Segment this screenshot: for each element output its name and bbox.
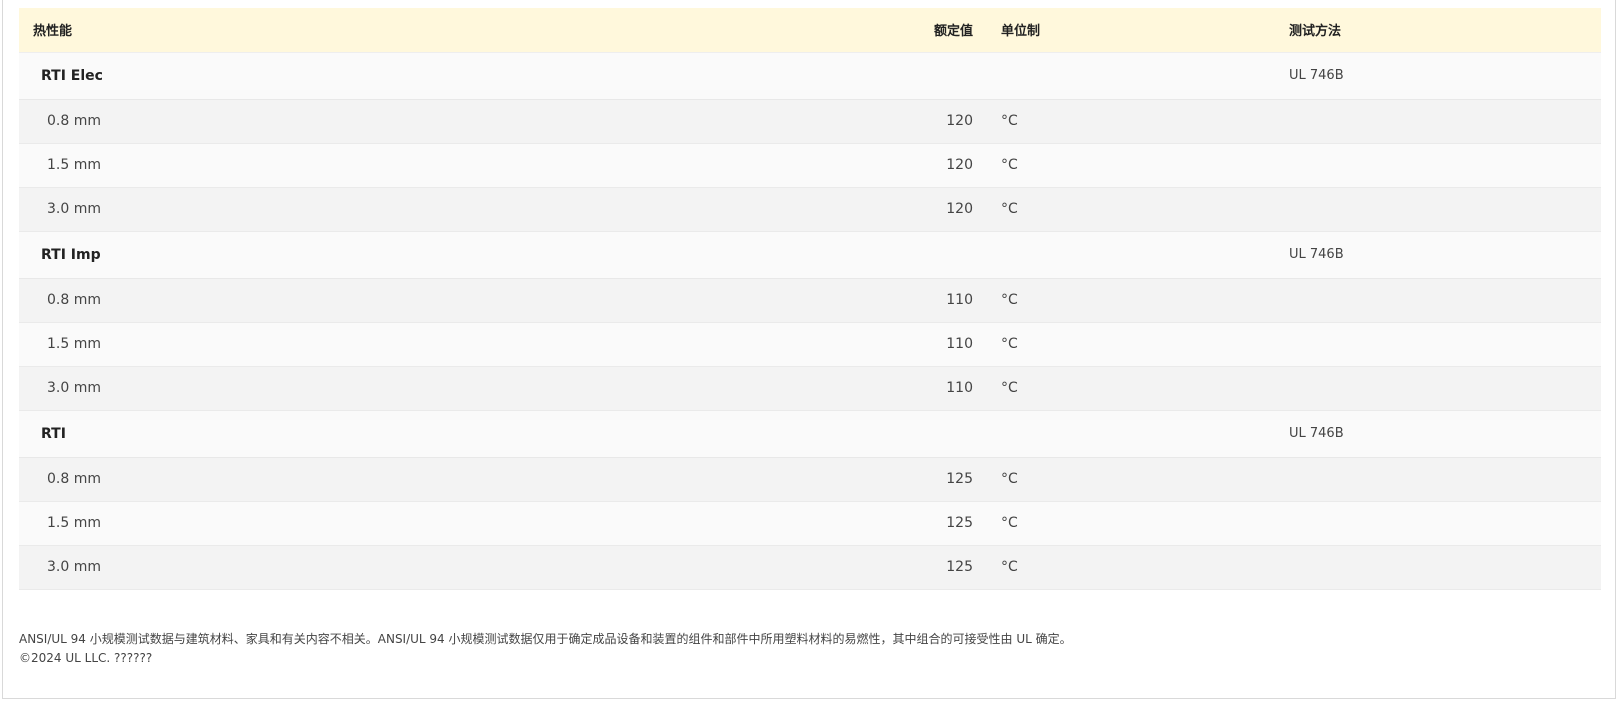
row-value: 110	[911, 366, 973, 411]
row-value: 120	[911, 143, 973, 188]
table-row: 1.5 mm 125 °C	[19, 501, 1601, 546]
group-test-method: UL 746B	[1289, 410, 1601, 458]
row-thickness: 1.5 mm	[19, 322, 911, 367]
row-thickness: 3.0 mm	[19, 366, 911, 411]
header-property: 热性能	[19, 8, 911, 53]
group-name: RTI Elec	[19, 52, 911, 100]
row-value: 125	[911, 457, 973, 502]
table-row: 0.8 mm 125 °C	[19, 457, 1601, 502]
row-value: 125	[911, 545, 973, 590]
row-thickness: 1.5 mm	[19, 501, 911, 546]
row-value: 120	[911, 187, 973, 232]
group-row: RTI UL 746B	[19, 410, 1601, 458]
table-row: 1.5 mm 110 °C	[19, 322, 1601, 367]
table-row: 0.8 mm 120 °C	[19, 99, 1601, 144]
table-header-row: 热性能 额定值 单位制 测试方法	[19, 8, 1601, 53]
row-unit: °C	[973, 187, 1289, 232]
disclaimer-text: ANSI/UL 94 小规模测试数据与建筑材料、家具和有关内容不相关。ANSI/…	[19, 632, 1072, 646]
row-unit: °C	[973, 366, 1289, 411]
row-unit: °C	[973, 501, 1289, 546]
footnote: ANSI/UL 94 小规模测试数据与建筑材料、家具和有关内容不相关。ANSI/…	[19, 630, 1072, 668]
row-thickness: 0.8 mm	[19, 99, 911, 144]
row-unit: °C	[973, 143, 1289, 188]
table-row: 0.8 mm 110 °C	[19, 278, 1601, 323]
row-unit: °C	[973, 278, 1289, 323]
thermal-properties-table: 热性能 额定值 单位制 测试方法 RTI Elec UL 746B 0.8 mm…	[19, 8, 1601, 590]
table-row: 3.0 mm 110 °C	[19, 366, 1601, 411]
table-row: 3.0 mm 125 °C	[19, 545, 1601, 590]
group-test-method: UL 746B	[1289, 231, 1601, 279]
header-value: 额定值	[911, 8, 973, 53]
row-thickness: 0.8 mm	[19, 457, 911, 502]
group-name: RTI Imp	[19, 231, 911, 279]
group-name: RTI	[19, 410, 911, 458]
row-value: 110	[911, 278, 973, 323]
group-row: RTI Imp UL 746B	[19, 231, 1601, 279]
row-thickness: 1.5 mm	[19, 143, 911, 188]
row-thickness: 0.8 mm	[19, 278, 911, 323]
row-thickness: 3.0 mm	[19, 187, 911, 232]
row-thickness: 3.0 mm	[19, 545, 911, 590]
row-value: 120	[911, 99, 973, 144]
group-row: RTI Elec UL 746B	[19, 52, 1601, 100]
row-unit: °C	[973, 322, 1289, 367]
group-test-method: UL 746B	[1289, 52, 1601, 100]
row-unit: °C	[973, 99, 1289, 144]
table-row: 3.0 mm 120 °C	[19, 187, 1601, 232]
row-value: 110	[911, 322, 973, 367]
copyright-text: ©2024 UL LLC. ??????	[19, 651, 153, 665]
header-method: 测试方法	[1289, 8, 1601, 53]
row-value: 125	[911, 501, 973, 546]
row-unit: °C	[973, 457, 1289, 502]
row-unit: °C	[973, 545, 1289, 590]
table-row: 1.5 mm 120 °C	[19, 143, 1601, 188]
header-unit: 单位制	[973, 8, 1289, 53]
